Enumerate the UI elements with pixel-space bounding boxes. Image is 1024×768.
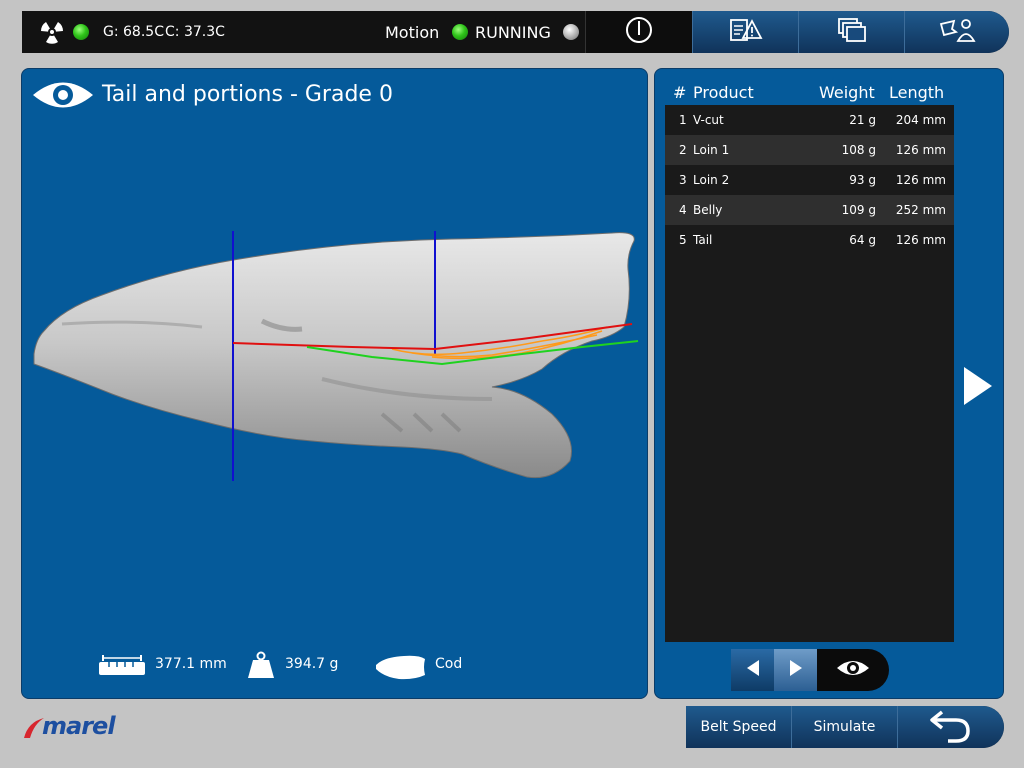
fish-species: Cod (435, 656, 463, 672)
fish-fillet-shape (33, 232, 635, 479)
back-arrow-icon (928, 706, 974, 748)
logo-text: marel (42, 712, 116, 740)
previous-button[interactable] (731, 649, 774, 691)
radiation-icon (39, 19, 65, 45)
motion-state: RUNNING (475, 23, 551, 42)
fish-view-panel: Tail and portions - Grade 0 377.1 mm 394… (21, 68, 648, 699)
fish-species-icon (374, 653, 426, 681)
warning-log-icon (728, 16, 764, 48)
fish-weight: 394.7 g (285, 656, 339, 672)
col-header-num: # (673, 83, 687, 102)
aux-status-led (563, 24, 579, 40)
products-table: 1 V-cut 21 g 204 mm 2 Loin 1 108 g 126 m… (665, 105, 954, 642)
motion-status-led (452, 24, 468, 40)
top-status-bar: G: 68.5C C: 37.3C Motion RUNNING (22, 11, 1009, 53)
products-table-header: # Product Weight Length (667, 81, 967, 105)
next-button[interactable] (774, 649, 817, 691)
col-header-product: Product (693, 83, 754, 102)
generator-temp: G: 68.5C (103, 24, 164, 40)
fish-scan-image (33, 231, 639, 481)
simulate-button[interactable]: Simulate (791, 706, 897, 748)
table-row[interactable]: 2 Loin 1 108 g 126 mm (665, 135, 954, 165)
warnings-log-button[interactable] (692, 11, 798, 53)
view-toggle-button[interactable] (817, 649, 889, 691)
table-row[interactable]: 3 Loin 2 93 g 126 mm (665, 165, 954, 195)
xray-status-led (73, 24, 89, 40)
table-row[interactable]: 1 V-cut 21 g 204 mm (665, 105, 954, 135)
fish-length: 377.1 mm (155, 656, 227, 672)
bottom-bar: Belt Speed Simulate (686, 706, 1004, 748)
ruler-icon (99, 654, 145, 676)
eye-icon (836, 658, 870, 682)
table-row[interactable]: 5 Tail 64 g 126 mm (665, 225, 954, 255)
products-panel: # Product Weight Length 1 V-cut 21 g 204… (654, 68, 1004, 699)
power-icon (624, 15, 654, 49)
triangle-right-icon (961, 367, 993, 410)
belt-speed-button[interactable]: Belt Speed (686, 706, 791, 748)
operator-button[interactable] (904, 11, 1009, 53)
pager (731, 649, 889, 691)
power-button[interactable] (585, 11, 692, 53)
next-panel-arrow[interactable] (961, 366, 993, 406)
marel-logo: marel (22, 712, 132, 744)
weight-icon (247, 651, 275, 679)
col-header-weight: Weight (819, 83, 875, 102)
table-row[interactable]: 4 Belly 109 g 252 mm (665, 195, 954, 225)
documents-icon (836, 16, 868, 48)
triangle-left-icon (745, 658, 761, 682)
col-header-length: Length (889, 83, 945, 102)
triangle-right-icon (788, 658, 804, 682)
camera-temp: C: 37.3C (165, 24, 225, 40)
back-button[interactable] (897, 706, 1004, 748)
operator-icon (938, 16, 976, 48)
motion-label: Motion (385, 23, 440, 42)
documents-button[interactable] (798, 11, 904, 53)
